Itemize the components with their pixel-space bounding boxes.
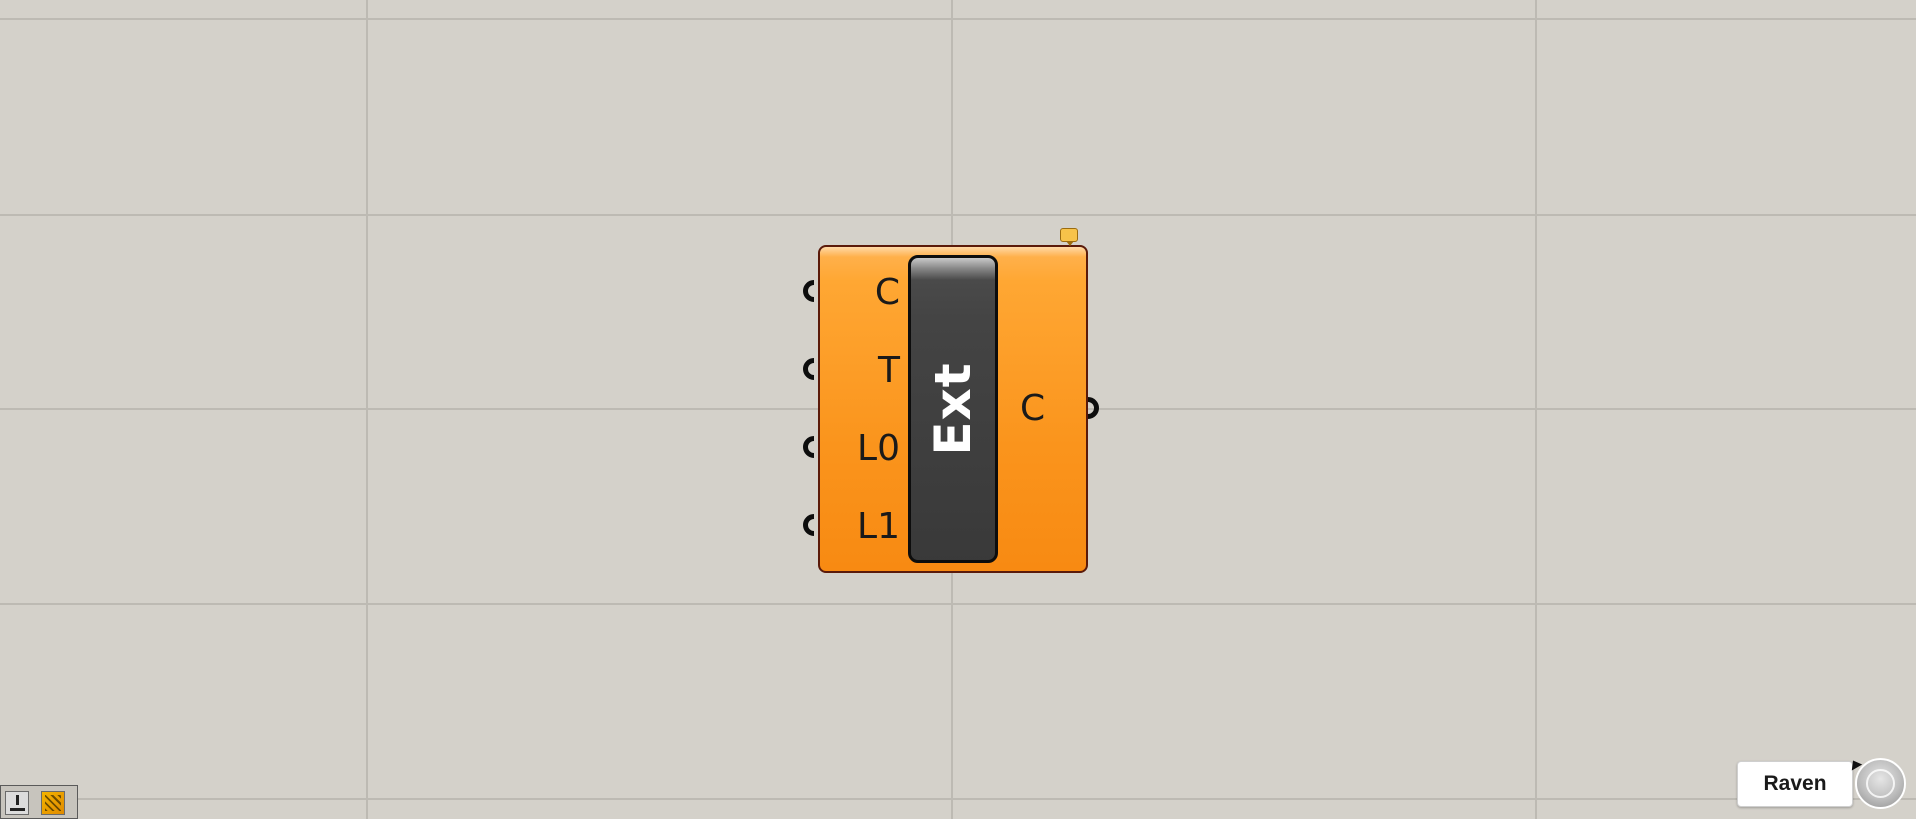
component-body[interactable]: C T L0 L1 Ext C — [818, 245, 1088, 573]
raven-button[interactable]: Raven — [1737, 761, 1853, 807]
component-nickname-pill[interactable]: Ext — [908, 255, 998, 563]
grid-line-horizontal — [0, 214, 1916, 216]
status-icon-tray — [0, 785, 78, 819]
grasshopper-icon[interactable] — [41, 791, 65, 815]
raven-orb-icon[interactable] — [1855, 758, 1906, 809]
download-icon[interactable] — [5, 791, 29, 815]
input-label-length-start: L0 — [857, 428, 900, 469]
input-label-length-end: L1 — [857, 506, 900, 547]
grasshopper-canvas[interactable]: C T L0 L1 Ext C Raven — [0, 0, 1916, 819]
output-label-curve: C — [1020, 388, 1046, 429]
message-balloon-icon[interactable] — [1060, 228, 1078, 246]
grid-line-horizontal — [0, 18, 1916, 20]
input-label-type: T — [878, 350, 900, 391]
extend-curve-component[interactable]: C T L0 L1 Ext C — [803, 228, 1099, 573]
input-label-curve: C — [874, 272, 900, 313]
grid-line-horizontal — [0, 798, 1916, 800]
component-nickname: Ext — [924, 362, 982, 456]
grid-line-horizontal — [0, 603, 1916, 605]
